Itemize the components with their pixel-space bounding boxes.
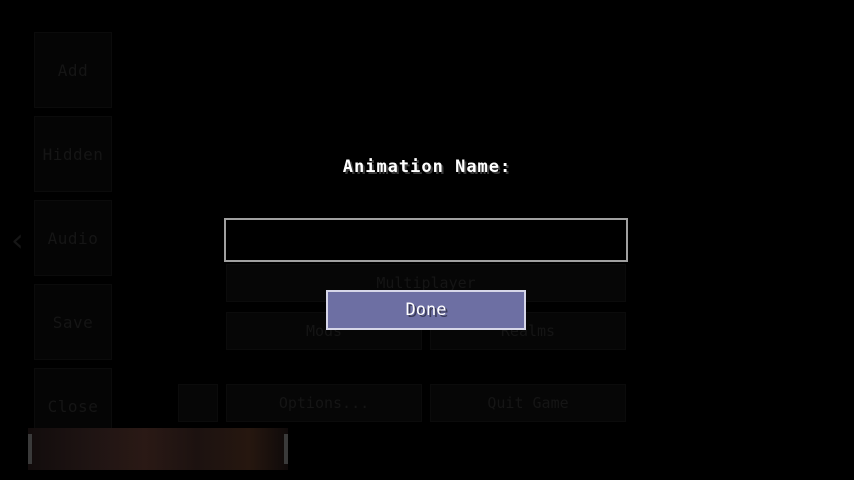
side-button-add: Add	[34, 32, 112, 108]
language-button	[178, 384, 218, 422]
done-button[interactable]: Done	[326, 290, 526, 330]
chevron-left-icon: ‹	[8, 221, 28, 259]
quit-game-button: Quit Game	[430, 384, 626, 422]
corner-image	[28, 428, 288, 470]
side-button-audio: Audio	[34, 200, 112, 276]
side-button-save: Save	[34, 284, 112, 360]
dialog-title: Animation Name:	[342, 157, 512, 177]
options-button: Options...	[226, 384, 422, 422]
animation-name-input[interactable]	[224, 218, 628, 262]
